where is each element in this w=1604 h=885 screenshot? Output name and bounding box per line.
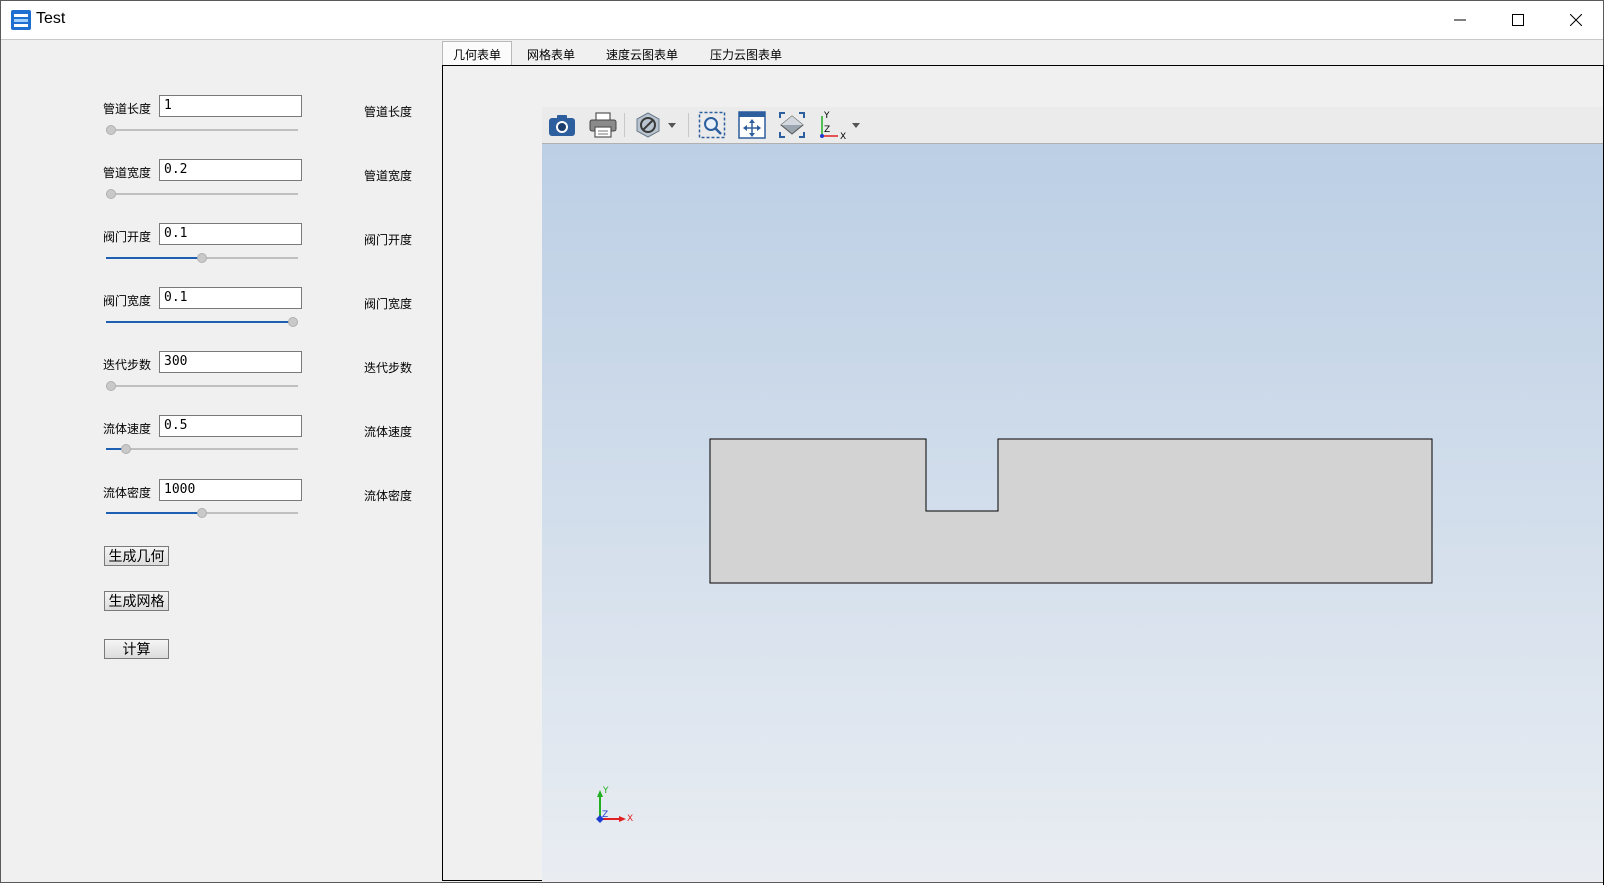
axis-triad-icon: Y Z X (596, 786, 633, 824)
slider-handle[interactable] (106, 381, 116, 391)
maximize-button[interactable] (1489, 1, 1547, 39)
hide-dropdown-button[interactable] (634, 110, 680, 140)
svg-text:Y: Y (823, 111, 830, 121)
compute-button[interactable]: 计算 (104, 639, 169, 659)
pipe-width-input[interactable]: 0.2 (159, 159, 302, 181)
svg-text:Z: Z (602, 810, 608, 820)
pan-button[interactable] (737, 110, 767, 140)
slider-fill (106, 321, 293, 323)
tab-mesh[interactable]: 网格表单 (514, 42, 588, 66)
print-button[interactable] (588, 110, 618, 140)
camera-icon (549, 115, 575, 136)
side-label-valve-width: 阀门宽度 (364, 297, 413, 311)
fit-view-button[interactable] (777, 110, 807, 140)
tab-geometry[interactable]: 几何表单 (442, 41, 512, 66)
hide-icon (636, 112, 676, 138)
pipe-geometry[interactable] (709, 438, 1433, 584)
tab-bar: 几何表单 网格表单 速度云图表单 压力云图表单 (442, 41, 1602, 66)
param-label-fluid-velocity: 流体速度 (103, 422, 152, 436)
parameter-panel: 管道长度 1 管道长度 管道宽度 0.2 管道宽度 阀门开度 0.1 阀门开度 … (2, 40, 440, 882)
app-icon (11, 10, 31, 30)
iterations-slider[interactable] (106, 380, 298, 392)
side-label-pipe-length: 管道长度 (364, 105, 413, 119)
slider-handle[interactable] (197, 253, 207, 263)
slider-track (106, 448, 298, 450)
fluid-velocity-slider[interactable] (106, 443, 298, 455)
side-label-fluid-velocity: 流体速度 (364, 425, 413, 439)
param-label-valve-opening: 阀门开度 (103, 230, 152, 244)
iterations-input[interactable]: 300 (159, 351, 302, 373)
side-label-fluid-density: 流体密度 (364, 489, 413, 503)
side-label-pipe-width: 管道宽度 (364, 169, 413, 183)
param-label-fluid-density: 流体密度 (103, 486, 152, 500)
slider-handle[interactable] (106, 189, 116, 199)
zoom-box-icon (698, 111, 726, 139)
valve-opening-slider[interactable] (106, 252, 298, 264)
param-label-pipe-width: 管道宽度 (103, 166, 152, 180)
param-label-iterations: 迭代步数 (103, 358, 152, 372)
generate-mesh-button[interactable]: 生成网格 (104, 591, 169, 611)
screenshot-button[interactable] (547, 110, 577, 140)
toolbar-separator (688, 113, 689, 137)
toolbar-separator (624, 113, 625, 137)
minimize-icon (1454, 19, 1466, 21)
axes-view-icon: Y Z X (820, 111, 860, 140)
generate-geometry-button[interactable]: 生成几何 (104, 546, 169, 566)
slider-track (106, 193, 298, 195)
side-label-iterations: 迭代步数 (364, 361, 413, 375)
fluid-velocity-input[interactable]: 0.5 (159, 415, 302, 437)
close-button[interactable] (1547, 1, 1604, 39)
pipe-width-slider[interactable] (106, 188, 298, 200)
fluid-density-input[interactable]: 1000 (159, 479, 302, 501)
valve-width-input[interactable]: 0.1 (159, 287, 302, 309)
svg-text:Z: Z (824, 125, 830, 135)
slider-handle[interactable] (197, 508, 207, 518)
pan-icon (738, 111, 766, 139)
svg-text:X: X (627, 814, 633, 824)
slider-fill (106, 512, 202, 514)
tab-velocity-contour[interactable]: 速度云图表单 (592, 42, 692, 66)
minimize-button[interactable] (1431, 1, 1489, 39)
axes-view-dropdown-button[interactable]: Y Z X (816, 110, 864, 140)
valve-width-slider[interactable] (106, 316, 298, 328)
title-bar[interactable]: Test (1, 1, 1603, 40)
viewer-toolbar: Y Z X (542, 107, 1603, 144)
svg-text:X: X (840, 132, 846, 140)
tab-pressure-contour[interactable]: 压力云图表单 (696, 42, 796, 66)
print-icon (589, 112, 617, 138)
fluid-density-slider[interactable] (106, 507, 298, 519)
slider-track (106, 129, 298, 131)
param-label-pipe-length: 管道长度 (103, 102, 152, 116)
maximize-icon (1512, 14, 1524, 26)
geometry-canvas (709, 438, 1433, 584)
pipe-length-input[interactable]: 1 (159, 95, 302, 117)
slider-handle[interactable] (288, 317, 298, 327)
slider-handle[interactable] (121, 444, 131, 454)
slider-handle[interactable] (106, 125, 116, 135)
svg-text:Y: Y (602, 786, 609, 796)
param-label-valve-width: 阀门宽度 (103, 294, 152, 308)
pipe-length-slider[interactable] (106, 124, 298, 136)
slider-fill (106, 257, 202, 259)
valve-opening-input[interactable]: 0.1 (159, 223, 302, 245)
fit-view-icon (779, 112, 805, 138)
3d-viewport[interactable]: Y Z X (542, 144, 1603, 881)
window-title: Test (36, 10, 66, 27)
zoom-box-button[interactable] (697, 110, 727, 140)
side-label-valve-opening: 阀门开度 (364, 233, 413, 247)
slider-track (106, 385, 298, 387)
close-icon (1570, 14, 1582, 26)
app-window: Test 管道长度 1 管道长度 管道宽度 0.2 管道宽度 阀门开度 0.1 (0, 0, 1604, 885)
